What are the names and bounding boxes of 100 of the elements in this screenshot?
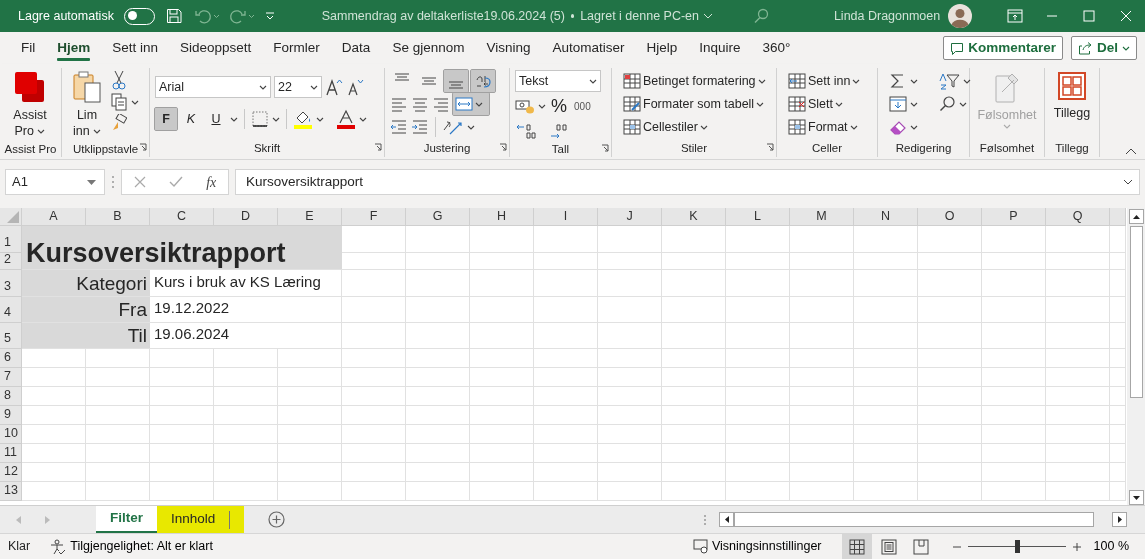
caret-icon[interactable]: [37, 128, 46, 134]
styles-command[interactable]: Betinget formatering: [621, 70, 768, 92]
ribbon-tab[interactable]: 360°: [751, 32, 802, 64]
dialog-launcher-icon[interactable]: [139, 142, 147, 151]
caret-icon[interactable]: [538, 103, 546, 109]
view-button[interactable]: [841, 534, 872, 559]
ribbon-tab[interactable]: Fil: [10, 32, 47, 64]
fill-icon[interactable]: [889, 95, 907, 113]
caret-icon[interactable]: [959, 101, 967, 107]
scrollbar-thumb[interactable]: [734, 512, 1094, 527]
font-style-button[interactable]: K: [180, 108, 202, 130]
caret-icon[interactable]: [131, 99, 139, 105]
shrink-font-icon[interactable]: [346, 78, 364, 96]
assist-pro-button[interactable]: Assist Pro: [5, 68, 55, 142]
font-style-button[interactable]: U: [205, 108, 227, 130]
ribbon-tab[interactable]: Formler: [262, 32, 331, 64]
font-color-icon[interactable]: [336, 109, 356, 129]
dialog-launcher-icon[interactable]: [374, 142, 382, 151]
grow-font-icon[interactable]: [325, 78, 343, 96]
caret-icon[interactable]: [467, 124, 475, 130]
caret-icon[interactable]: [852, 78, 861, 84]
format-painter-icon[interactable]: [111, 114, 127, 132]
scroll-up-button[interactable]: [1128, 209, 1144, 224]
insert-function-button[interactable]: fx: [206, 171, 217, 193]
caret-icon[interactable]: [910, 124, 918, 130]
zoom-in-icon[interactable]: [1071, 541, 1082, 552]
save-icon[interactable]: [166, 8, 183, 24]
caret-icon[interactable]: [757, 78, 766, 84]
styles-command[interactable]: Cellestiler: [621, 116, 768, 138]
caret-icon[interactable]: [359, 116, 367, 122]
caret-icon[interactable]: [756, 101, 765, 107]
maximize-icon[interactable]: [1083, 10, 1096, 22]
font-name-dropdown[interactable]: Arial: [155, 76, 271, 98]
caret-icon[interactable]: [910, 78, 918, 84]
dialog-launcher-icon[interactable]: [766, 142, 774, 151]
font-style-button[interactable]: F: [155, 108, 177, 130]
close-icon[interactable]: [1120, 10, 1133, 22]
caret-icon[interactable]: [589, 78, 597, 84]
increase-decimal-icon[interactable]: [515, 121, 537, 141]
caret-icon[interactable]: [310, 84, 318, 90]
caret-icon[interactable]: [910, 101, 918, 107]
cells-command[interactable]: Slett: [786, 93, 863, 115]
ribbon-tab[interactable]: Data: [330, 32, 382, 64]
dialog-launcher-icon[interactable]: [499, 142, 507, 151]
caret-icon[interactable]: [259, 84, 267, 90]
collapse-ribbon-icon[interactable]: [1125, 147, 1137, 155]
caret-icon[interactable]: [963, 78, 971, 84]
caret-icon[interactable]: [272, 116, 280, 122]
dialog-launcher-icon[interactable]: [601, 143, 609, 152]
formula-field[interactable]: Kursoversiktrapport: [235, 169, 1140, 195]
ribbon-tab[interactable]: Automatiser: [541, 32, 636, 64]
display-settings-icon[interactable]: [693, 539, 709, 554]
sheet-tab[interactable]: Filter: [96, 506, 157, 533]
sort-filter-icon[interactable]: [938, 72, 960, 90]
align-button[interactable]: [471, 70, 495, 92]
cells-command[interactable]: Format: [786, 116, 863, 138]
copy-icon[interactable]: [111, 93, 127, 111]
customize-icon[interactable]: [264, 11, 275, 21]
zoom-slider-thumb[interactable]: [1014, 540, 1020, 553]
ribbon-tab[interactable]: Hjem: [46, 32, 102, 64]
caret-icon[interactable]: [475, 101, 483, 107]
add-ins-button[interactable]: Tillegg: [1050, 68, 1094, 141]
caret-icon[interactable]: [699, 124, 708, 130]
currency-icon[interactable]: [515, 98, 535, 114]
ribbon-tab[interactable]: Sett inn: [101, 32, 170, 64]
share-button[interactable]: Del: [1071, 36, 1137, 60]
fill-color-icon[interactable]: [293, 109, 313, 129]
caret-icon[interactable]: [93, 128, 102, 134]
text-orientation-icon[interactable]: [442, 118, 464, 136]
ribbon-tab[interactable]: Inquire: [688, 32, 752, 64]
scroll-down-button[interactable]: [1128, 490, 1144, 505]
accessibility-status[interactable]: Tilgjengelighet: Alt er klart: [70, 537, 213, 556]
thousands-button[interactable]: 000: [572, 95, 593, 117]
styles-command[interactable]: Formater som tabell: [621, 93, 768, 115]
ribbon-tab[interactable]: Hjelp: [635, 32, 689, 64]
caret-icon[interactable]: [835, 101, 843, 107]
number-format-dropdown[interactable]: Tekst: [515, 70, 601, 92]
add-sheet-icon[interactable]: [268, 511, 286, 528]
name-box[interactable]: A1: [5, 169, 105, 195]
caret-icon[interactable]: [230, 116, 238, 122]
save-status-dropdown[interactable]: Lagret i denne PC-en: [580, 6, 713, 26]
cells-command[interactable]: Sett inn: [786, 70, 863, 92]
paste-button[interactable]: Lim inn: [67, 68, 107, 142]
scroll-right-button[interactable]: [1112, 512, 1127, 527]
sheet-tab[interactable]: Innhold: [157, 506, 245, 533]
caret-icon[interactable]: [849, 124, 858, 130]
scissors-icon[interactable]: [111, 70, 127, 90]
comments-button[interactable]: Kommentarer: [943, 36, 1063, 60]
ribbon-tab[interactable]: Visning: [475, 32, 542, 64]
search-icon[interactable]: [938, 95, 956, 113]
zoom-level[interactable]: 100 %: [1093, 537, 1129, 556]
ribbon-display-icon[interactable]: [1007, 9, 1024, 23]
font-size-dropdown[interactable]: 22: [274, 76, 322, 98]
percent-button[interactable]: %: [549, 95, 569, 117]
scroll-left-button[interactable]: [719, 512, 734, 527]
accessibility-icon[interactable]: [50, 538, 67, 555]
ribbon-tab[interactable]: Se gjennom: [381, 32, 476, 64]
borders-icon[interactable]: [251, 110, 269, 128]
merge-button[interactable]: [453, 93, 489, 115]
caret-icon[interactable]: [316, 116, 324, 122]
